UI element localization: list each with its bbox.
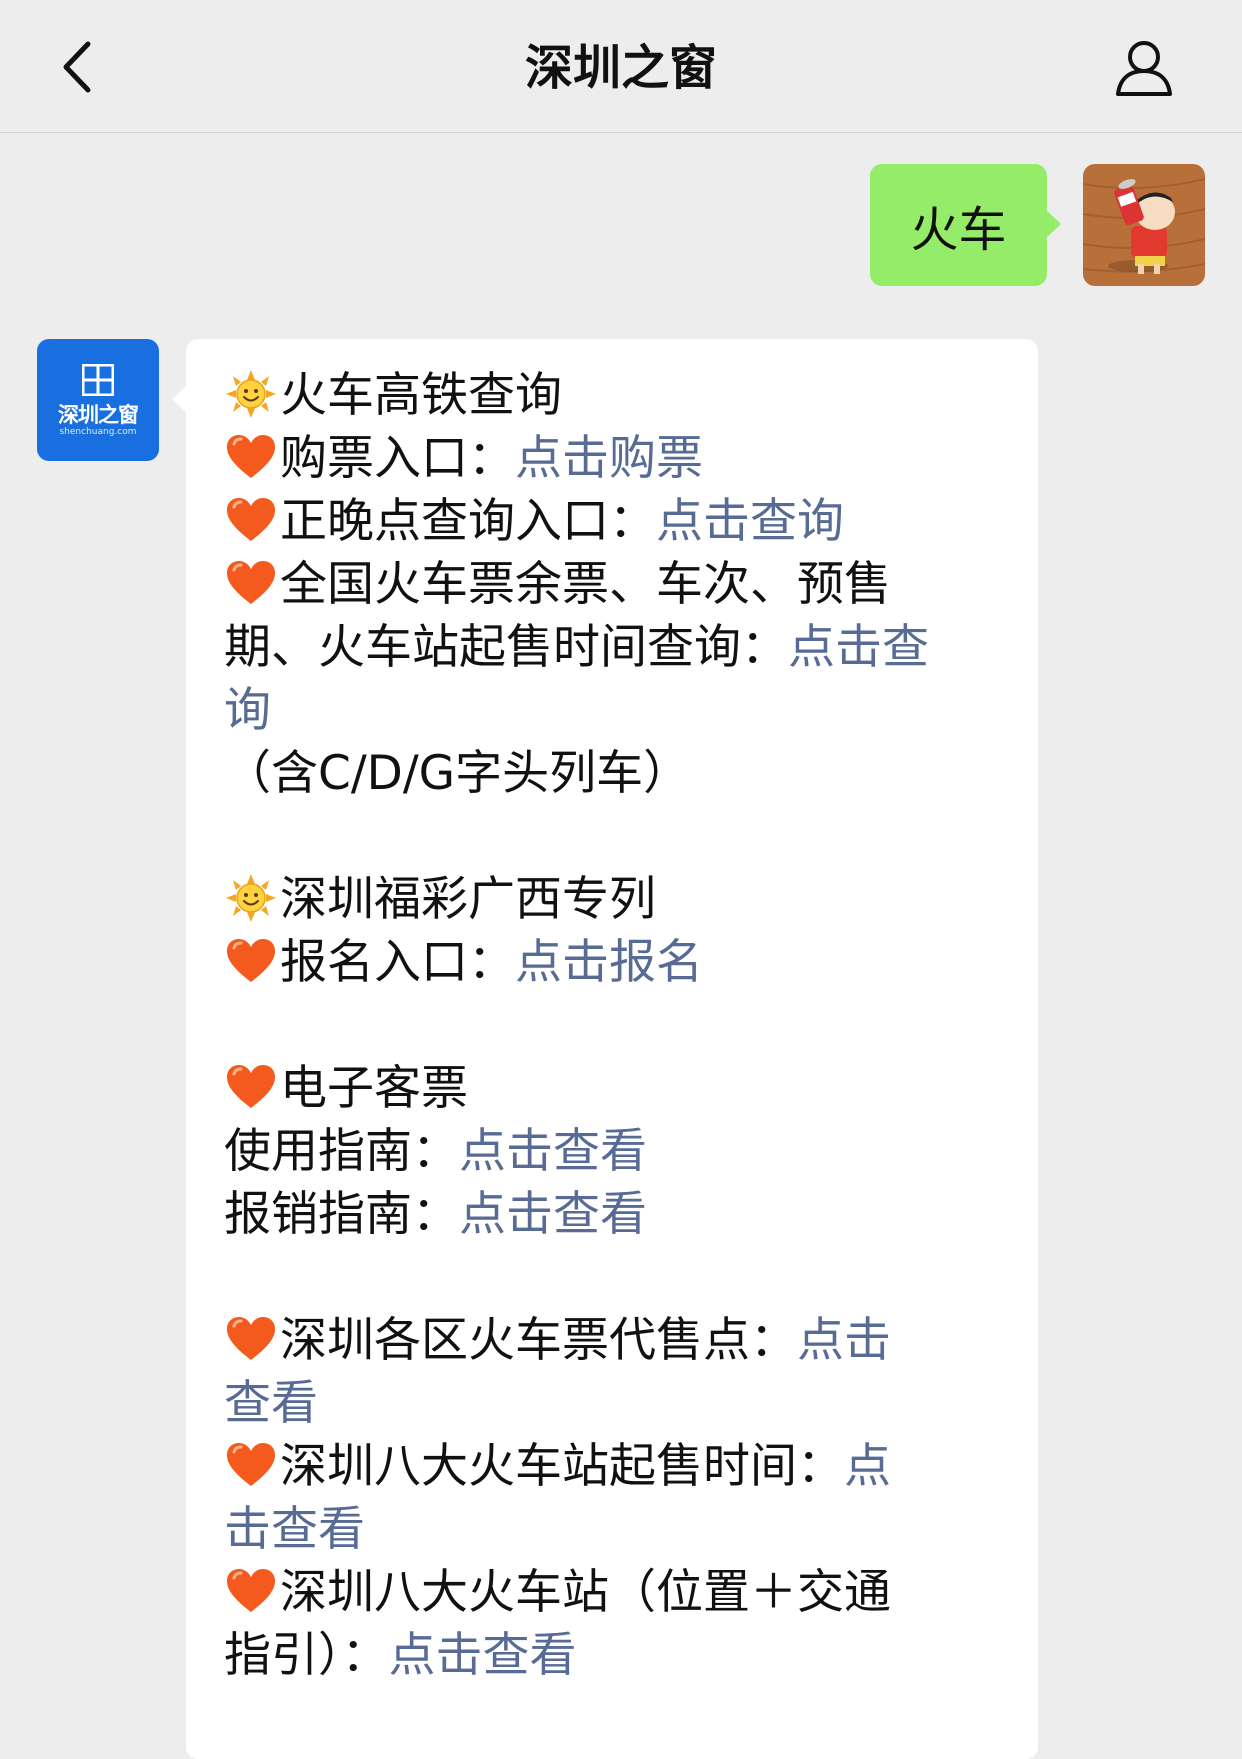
list-item: 正晚点查询入口：点击查询 — [224, 490, 1014, 553]
list-item-continued: 击查看 — [224, 1498, 1014, 1561]
ticket-query-link[interactable]: 点击查 — [788, 620, 929, 675]
heart-emoji-icon — [227, 1569, 275, 1612]
item-label: 全国火车票余票、车次、预售 — [280, 557, 891, 612]
user-message-bubble[interactable]: 火车 — [870, 164, 1061, 286]
heart-emoji-icon — [227, 561, 275, 604]
item-label: 深圳八大火车站（位置＋交通 — [280, 1565, 891, 1620]
list-item: 深圳八大火车站起售时间：点 — [224, 1435, 1014, 1498]
item-label: 使用指南： — [224, 1124, 459, 1179]
heart-emoji-icon — [227, 1443, 275, 1486]
note-text: （含C/D/G字头列车） — [224, 746, 691, 801]
bot-message-bubble: 火车高铁查询 购票入口：点击购票 正晚点查询入口：点击查询 全国火车票余票、车次… — [172, 339, 1038, 1759]
list-item: 深圳各区火车票代售点：点击 — [224, 1309, 1014, 1372]
list-item-continued: 期、火车站起售时间查询：点击查 — [224, 616, 1014, 679]
heart-emoji-icon — [227, 1317, 275, 1360]
section-heading-train: 火车高铁查询 — [224, 364, 1014, 427]
item-label: 报名入口： — [280, 935, 515, 990]
ticket-query-link[interactable]: 询 — [224, 683, 271, 738]
list-item: 深圳八大火车站（位置＋交通 — [224, 1561, 1014, 1624]
list-item-continued: 指引）：点击查看 — [224, 1624, 1014, 1687]
agents-link[interactable]: 查看 — [224, 1376, 318, 1431]
stations-link[interactable]: 点击查看 — [389, 1628, 577, 1683]
avatar-logo-url: shenchuang.com — [59, 427, 137, 437]
section-heading-lottery: 深圳福彩广西专列 — [224, 868, 1014, 931]
punctuality-query-link[interactable]: 点击查询 — [656, 494, 844, 549]
list-item: 报名入口：点击报名 — [224, 931, 1014, 994]
page-title: 深圳之窗 — [524, 40, 717, 96]
avatar-logo-text: 深圳之窗 — [58, 403, 139, 427]
cartoon-avatar-image — [1083, 164, 1205, 286]
list-item: 购票入口：点击购票 — [224, 427, 1014, 490]
item-label: 报销指南： — [224, 1187, 459, 1242]
item-label: 指引）： — [224, 1628, 389, 1683]
item-label: 深圳各区火车票代售点： — [280, 1313, 797, 1368]
reply-content: 火车高铁查询 购票入口：点击购票 正晚点查询入口：点击查询 全国火车票余票、车次… — [224, 364, 1014, 1687]
sun-emoji-icon — [226, 874, 276, 922]
user-message-text: 火车 — [910, 202, 1007, 258]
heart-emoji-icon — [227, 939, 275, 982]
item-label: 购票入口： — [280, 431, 515, 486]
heart-emoji-icon — [227, 498, 275, 541]
usage-guide-link[interactable]: 点击查看 — [459, 1124, 647, 1179]
top-bar: 深圳之窗 — [0, 0, 1242, 133]
item-label: 深圳八大火车站起售时间： — [280, 1439, 844, 1494]
bot-avatar[interactable]: 深圳之窗 shenchuang.com — [37, 339, 159, 461]
heart-emoji-icon — [227, 1065, 275, 1108]
person-icon[interactable] — [1114, 38, 1174, 98]
agents-link[interactable]: 点击 — [797, 1313, 891, 1368]
sale-time-link[interactable]: 击查看 — [224, 1502, 365, 1557]
list-item-continued: 查看 — [224, 1372, 1014, 1435]
heart-emoji-icon — [227, 435, 275, 478]
window-logo-icon — [82, 364, 114, 396]
reimburse-guide-link[interactable]: 点击查看 — [459, 1187, 647, 1242]
list-item: 报销指南：点击查看 — [224, 1183, 1014, 1246]
sun-emoji-icon — [226, 370, 276, 418]
item-label: 期、火车站起售时间查询： — [224, 620, 788, 675]
list-item: 全国火车票余票、车次、预售 — [224, 553, 1014, 616]
signup-link[interactable]: 点击报名 — [515, 935, 703, 990]
item-label: 正晚点查询入口： — [280, 494, 656, 549]
list-item: 使用指南：点击查看 — [224, 1120, 1014, 1183]
list-item-continued: 询 — [224, 679, 1014, 742]
section-heading-eticket: 电子客票 — [224, 1057, 1014, 1120]
user-avatar[interactable] — [1083, 164, 1205, 286]
sale-time-link[interactable]: 点 — [844, 1439, 891, 1494]
buy-ticket-link[interactable]: 点击购票 — [515, 431, 703, 486]
